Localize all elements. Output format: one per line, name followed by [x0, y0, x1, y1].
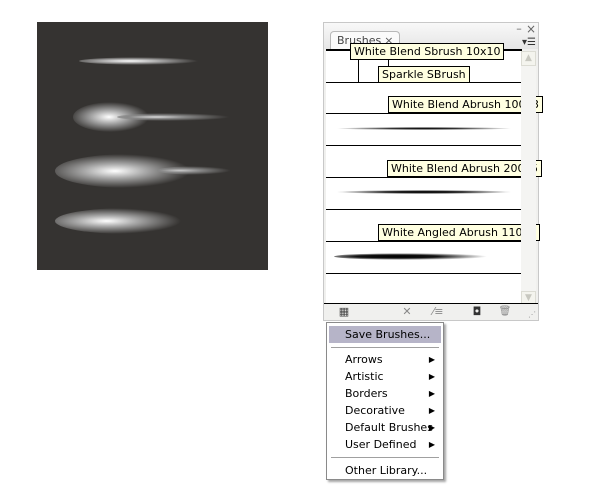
panel-menu-icon[interactable]: ▾☰ [518, 37, 536, 49]
row-divider [326, 273, 522, 274]
row-divider [326, 177, 522, 178]
row-divider [326, 145, 522, 146]
menu-item-borders[interactable]: Borders ▶ [329, 385, 441, 402]
submenu-arrow-icon: ▶ [428, 440, 435, 449]
menu-item-arrows[interactable]: Arrows ▶ [329, 351, 441, 368]
brush-tooltip[interactable]: Sparkle SBrush [378, 66, 470, 83]
panel-footer: ▦ ✕ ⁄≡ ◘ 🗑 ⋰ [324, 303, 538, 320]
menu-item-decorative[interactable]: Decorative ▶ [329, 402, 441, 419]
menu-item-save-brushes[interactable]: Save Brushes... [329, 326, 441, 343]
brush-tooltip[interactable]: White Blend Sbrush 10x10 [350, 43, 505, 60]
menu-item-label: Save Brushes... [345, 328, 431, 341]
scroll-up-button[interactable]: ▲ [521, 51, 536, 66]
brush-libraries-menu: Save Brushes... Arrows ▶ Artistic ▶ Bord… [326, 322, 444, 480]
brush-swatch-abrush-100x3[interactable] [336, 127, 512, 130]
brush-swatch-angled-110x5[interactable] [334, 253, 514, 260]
brushes-panel: – × Brushes × ▾☰ White Blend Sbrush 10x10… [323, 22, 544, 321]
brush-swatch-abrush-200x5[interactable] [336, 190, 512, 194]
brush-tooltip[interactable]: White Blend Abrush 100x3 [388, 96, 544, 113]
row-divider [326, 209, 522, 210]
menu-item-label: Arrows [345, 353, 383, 366]
row-divider [326, 113, 522, 114]
resize-grip-icon[interactable]: ⋰ [528, 310, 537, 319]
white-stroke-4[interactable] [55, 208, 203, 234]
menu-item-other-library[interactable]: Other Library... [329, 462, 441, 479]
close-icon[interactable]: × [526, 23, 536, 35]
menu-separator [331, 347, 439, 348]
white-stroke-1[interactable] [79, 57, 249, 65]
submenu-arrow-icon: ▶ [428, 423, 435, 432]
menu-item-label: Decorative [345, 404, 405, 417]
submenu-arrow-icon: ▶ [428, 355, 435, 364]
brush-tooltip[interactable]: White Blend Abrush 200x5 [387, 160, 543, 177]
minimize-icon[interactable]: – [514, 23, 524, 35]
menu-item-label: User Defined [345, 438, 417, 451]
submenu-arrow-icon: ▶ [428, 389, 435, 398]
menu-item-label: Artistic [345, 370, 384, 383]
artwork-canvas[interactable] [37, 22, 268, 270]
menu-item-label: Default Brushes [345, 421, 433, 434]
new-brush-icon[interactable]: ◘ [470, 305, 484, 319]
brush-libraries-menu-icon[interactable]: ▦ [336, 305, 352, 319]
menu-item-user-defined[interactable]: User Defined ▶ [329, 436, 441, 453]
menu-item-label: Borders [345, 387, 388, 400]
menu-item-default-brushes[interactable]: Default Brushes ▶ [329, 419, 441, 436]
delete-brush-icon[interactable]: 🗑 [498, 305, 512, 319]
vertical-scrollbar[interactable]: ▲ ▼ [521, 51, 536, 306]
white-stroke-2-tail [117, 113, 249, 121]
white-stroke-3-tail [157, 166, 249, 175]
menu-item-artistic[interactable]: Artistic ▶ [329, 368, 441, 385]
remove-brush-stroke-icon[interactable]: ✕ [400, 305, 414, 319]
brush-options-icon[interactable]: ⁄≡ [428, 305, 448, 319]
row-divider [326, 241, 522, 242]
menu-item-label: Other Library... [345, 464, 428, 477]
brush-list [326, 49, 522, 308]
menu-separator [331, 457, 439, 458]
brush-tooltip[interactable]: White Angled Abrush 110x5 [378, 224, 540, 241]
submenu-arrow-icon: ▶ [428, 372, 435, 381]
submenu-arrow-icon: ▶ [428, 406, 435, 415]
